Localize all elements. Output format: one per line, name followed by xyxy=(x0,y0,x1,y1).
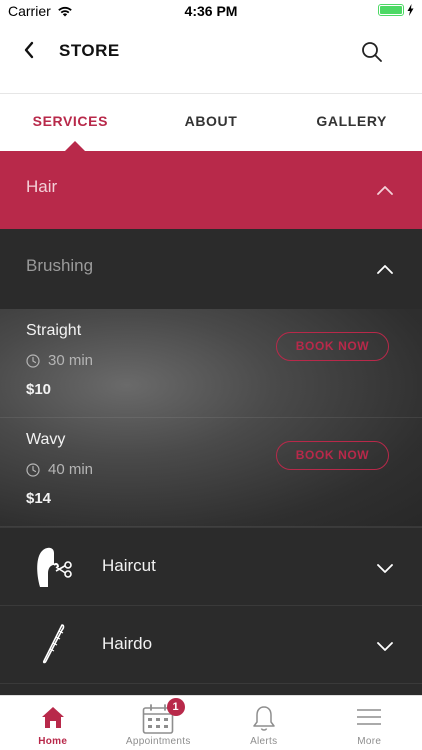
bell-icon xyxy=(253,706,275,731)
active-tab-pointer xyxy=(65,141,85,151)
battery-indicator xyxy=(378,4,414,16)
category-haircut[interactable]: Haircut xyxy=(0,527,422,605)
subcategory-label: Brushing xyxy=(26,256,94,275)
service-name: Wavy xyxy=(26,431,66,448)
notification-badge: 1 xyxy=(166,698,185,716)
category-hair[interactable]: Hair xyxy=(0,151,422,229)
tabbar-label: Appointments xyxy=(125,736,191,747)
tabbar-alerts[interactable]: Alerts xyxy=(211,696,317,750)
hairpin-icon xyxy=(42,624,65,664)
status-bar: Carrier 4:36 PM xyxy=(0,0,422,22)
search-icon[interactable] xyxy=(360,40,384,64)
clock-icon xyxy=(26,462,40,477)
service-price: $10 xyxy=(26,381,52,398)
duration-text: 40 min xyxy=(48,461,94,478)
tabbar-appointments[interactable]: 1 Appointments xyxy=(106,696,212,750)
haircut-icon xyxy=(37,547,72,587)
tabbar-label: Home xyxy=(38,736,68,747)
service-duration: 30 min xyxy=(26,352,93,369)
store-header: STORE xyxy=(0,22,422,94)
category-label: Hairdo xyxy=(102,634,153,653)
tabbar-home[interactable]: Home xyxy=(0,696,106,750)
service-item: Straight 30 min $10 BOOK NOW xyxy=(0,309,422,418)
chevron-down-icon xyxy=(377,642,393,651)
tab-gallery[interactable]: GALLERY xyxy=(281,94,422,151)
tabbar-more[interactable]: More xyxy=(317,696,422,750)
page-title: STORE xyxy=(59,41,120,60)
service-list: Straight 30 min $10 BOOK NOW Wavy 40 min… xyxy=(0,309,422,527)
chevron-up-icon xyxy=(377,265,393,274)
category-label: Haircut xyxy=(102,556,156,575)
book-now-button[interactable]: BOOK NOW xyxy=(276,441,389,470)
battery-icon xyxy=(378,4,404,16)
menu-icon xyxy=(357,709,382,725)
service-name: Straight xyxy=(26,322,82,339)
clock-icon xyxy=(26,353,40,368)
status-time: 4:36 PM xyxy=(184,3,238,19)
service-duration: 40 min xyxy=(26,461,93,478)
duration-text: 30 min xyxy=(48,352,94,369)
chevron-up-icon xyxy=(377,186,393,195)
chevron-left-icon[interactable] xyxy=(18,38,42,62)
tab-about[interactable]: ABOUT xyxy=(141,94,282,151)
category-label: Hair xyxy=(26,177,58,196)
section-tabs: SERVICES ABOUT GALLERY xyxy=(0,94,422,151)
category-hairdo[interactable]: Hairdo xyxy=(0,605,422,683)
service-price: $14 xyxy=(26,490,52,507)
chevron-down-icon xyxy=(377,564,393,573)
tabbar-label: More xyxy=(357,736,382,747)
next-category-edge xyxy=(0,683,422,695)
charging-icon xyxy=(407,4,414,16)
home-icon xyxy=(41,707,64,728)
book-now-button[interactable]: BOOK NOW xyxy=(276,332,389,361)
service-item: Wavy 40 min $14 BOOK NOW xyxy=(0,418,422,527)
subcategory-brushing[interactable]: Brushing xyxy=(0,229,422,309)
tabbar-label: Alerts xyxy=(250,736,278,747)
bottom-tab-bar: Home 1 Appointments Alerts More xyxy=(0,695,422,750)
